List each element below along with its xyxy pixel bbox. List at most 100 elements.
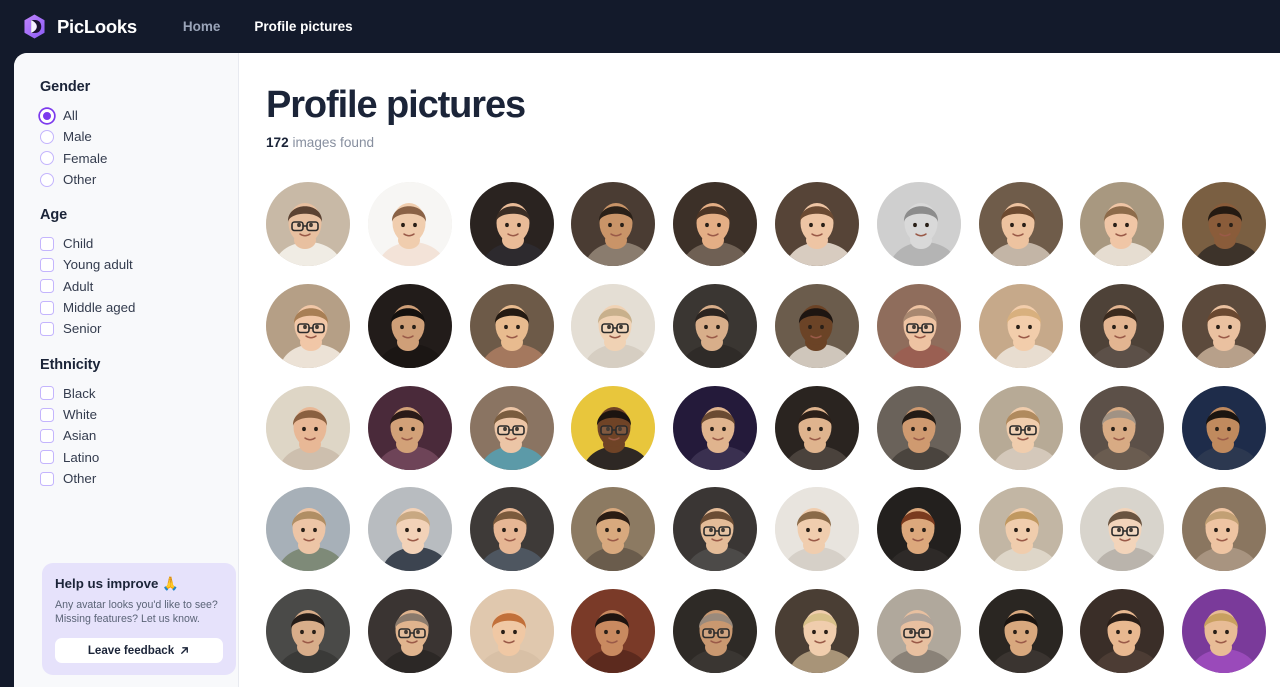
checkbox[interactable] xyxy=(40,322,54,337)
filter-option-latino[interactable]: Latino xyxy=(40,447,238,468)
nav-link-profile-pictures[interactable]: Profile pictures xyxy=(254,19,352,34)
filter-option-all[interactable]: All xyxy=(40,105,238,126)
checkbox[interactable] xyxy=(40,258,54,273)
avatar[interactable] xyxy=(266,182,350,266)
avatar[interactable] xyxy=(266,589,350,674)
filter-option-other[interactable]: Other xyxy=(40,468,238,489)
filter-option-asian[interactable]: Asian xyxy=(40,425,238,446)
filter-option-middle-aged[interactable]: Middle aged xyxy=(40,297,238,318)
avatar[interactable] xyxy=(1080,487,1165,572)
avatar[interactable] xyxy=(774,487,859,572)
avatar-photo xyxy=(367,589,452,674)
filter-option-young-adult[interactable]: Young adult xyxy=(40,254,238,275)
filter-option-white[interactable]: White xyxy=(40,404,238,425)
avatar[interactable] xyxy=(876,589,961,674)
brand-logo[interactable]: PicLooks xyxy=(21,13,137,40)
filter-option-adult[interactable]: Adult xyxy=(40,276,238,297)
checkbox[interactable] xyxy=(40,450,54,465)
avatar[interactable] xyxy=(1182,283,1267,368)
avatar[interactable] xyxy=(978,589,1063,674)
checkbox[interactable] xyxy=(40,236,54,251)
filter-option-female[interactable]: Female xyxy=(40,148,238,169)
avatar[interactable] xyxy=(673,385,758,470)
avatar[interactable] xyxy=(571,589,656,674)
avatar[interactable] xyxy=(469,589,554,674)
filter-group-gender: Gender All Male Female Other xyxy=(40,79,238,190)
avatar[interactable] xyxy=(673,487,758,572)
radio-button[interactable] xyxy=(40,172,54,187)
avatar[interactable] xyxy=(266,487,350,572)
avatar[interactable] xyxy=(469,182,554,266)
filter-option-other[interactable]: Other xyxy=(40,169,238,190)
avatar-photo xyxy=(571,589,656,674)
avatar[interactable] xyxy=(876,283,961,368)
avatar-photo xyxy=(978,283,1063,368)
filter-option-male[interactable]: Male xyxy=(40,126,238,147)
avatar[interactable] xyxy=(367,283,452,368)
avatar[interactable] xyxy=(978,487,1063,572)
avatar[interactable] xyxy=(1182,487,1267,572)
avatar-photo xyxy=(774,589,859,674)
avatar[interactable] xyxy=(978,182,1063,266)
avatar[interactable] xyxy=(876,385,961,470)
avatar[interactable] xyxy=(978,283,1063,368)
avatar[interactable] xyxy=(469,385,554,470)
avatar-photo xyxy=(978,385,1063,470)
avatar[interactable] xyxy=(876,487,961,572)
avatar[interactable] xyxy=(1080,589,1165,674)
avatar[interactable] xyxy=(367,182,452,266)
avatar-photo xyxy=(367,487,452,572)
avatar[interactable] xyxy=(774,182,859,266)
avatar[interactable] xyxy=(774,589,859,674)
avatar[interactable] xyxy=(673,589,758,674)
avatar[interactable] xyxy=(367,385,452,470)
avatar[interactable] xyxy=(266,283,350,368)
avatar[interactable] xyxy=(1080,283,1165,368)
avatar-photo xyxy=(1080,589,1165,674)
avatar[interactable] xyxy=(571,487,656,572)
avatar[interactable] xyxy=(571,283,656,368)
leave-feedback-button[interactable]: Leave feedback xyxy=(55,638,223,663)
avatar-photo xyxy=(673,283,758,368)
avatar-photo xyxy=(1080,283,1165,368)
radio-button[interactable] xyxy=(40,151,54,166)
checkbox[interactable] xyxy=(40,279,54,294)
filter-option-child[interactable]: Child xyxy=(40,233,238,254)
avatar[interactable] xyxy=(1182,182,1267,266)
avatar[interactable] xyxy=(673,182,758,266)
avatar-photo xyxy=(774,487,859,572)
avatar[interactable] xyxy=(673,283,758,368)
filter-option-label: Black xyxy=(63,385,96,401)
filter-option-label: Young adult xyxy=(63,257,133,273)
main-content: Profile pictures 172 images found xyxy=(239,53,1280,687)
filter-option-senior[interactable]: Senior xyxy=(40,318,238,339)
avatar[interactable] xyxy=(469,487,554,572)
nav-link-home[interactable]: Home xyxy=(183,19,221,34)
avatar[interactable] xyxy=(774,385,859,470)
avatar[interactable] xyxy=(1080,385,1165,470)
checkbox[interactable] xyxy=(40,471,54,486)
checkbox[interactable] xyxy=(40,386,54,401)
radio-button[interactable] xyxy=(40,108,54,123)
avatar[interactable] xyxy=(367,487,452,572)
avatar-photo xyxy=(1182,589,1267,674)
avatar[interactable] xyxy=(774,283,859,368)
avatar[interactable] xyxy=(571,385,656,470)
filter-group-title: Ethnicity xyxy=(40,356,101,373)
avatar[interactable] xyxy=(571,182,656,266)
avatar[interactable] xyxy=(876,182,961,266)
avatar[interactable] xyxy=(266,385,350,470)
avatar[interactable] xyxy=(367,589,452,674)
checkbox[interactable] xyxy=(40,300,54,315)
avatar[interactable] xyxy=(469,283,554,368)
avatar[interactable] xyxy=(1182,385,1267,470)
checkbox[interactable] xyxy=(40,407,54,422)
avatar[interactable] xyxy=(1080,182,1165,266)
avatar-photo xyxy=(469,487,554,572)
filter-option-black[interactable]: Black xyxy=(40,383,238,404)
checkbox[interactable] xyxy=(40,428,54,443)
radio-button[interactable] xyxy=(40,129,54,144)
piclooks-app: PicLooks Home Profile pictures Gender All… xyxy=(0,0,1280,687)
avatar[interactable] xyxy=(1182,589,1267,674)
avatar[interactable] xyxy=(978,385,1063,470)
